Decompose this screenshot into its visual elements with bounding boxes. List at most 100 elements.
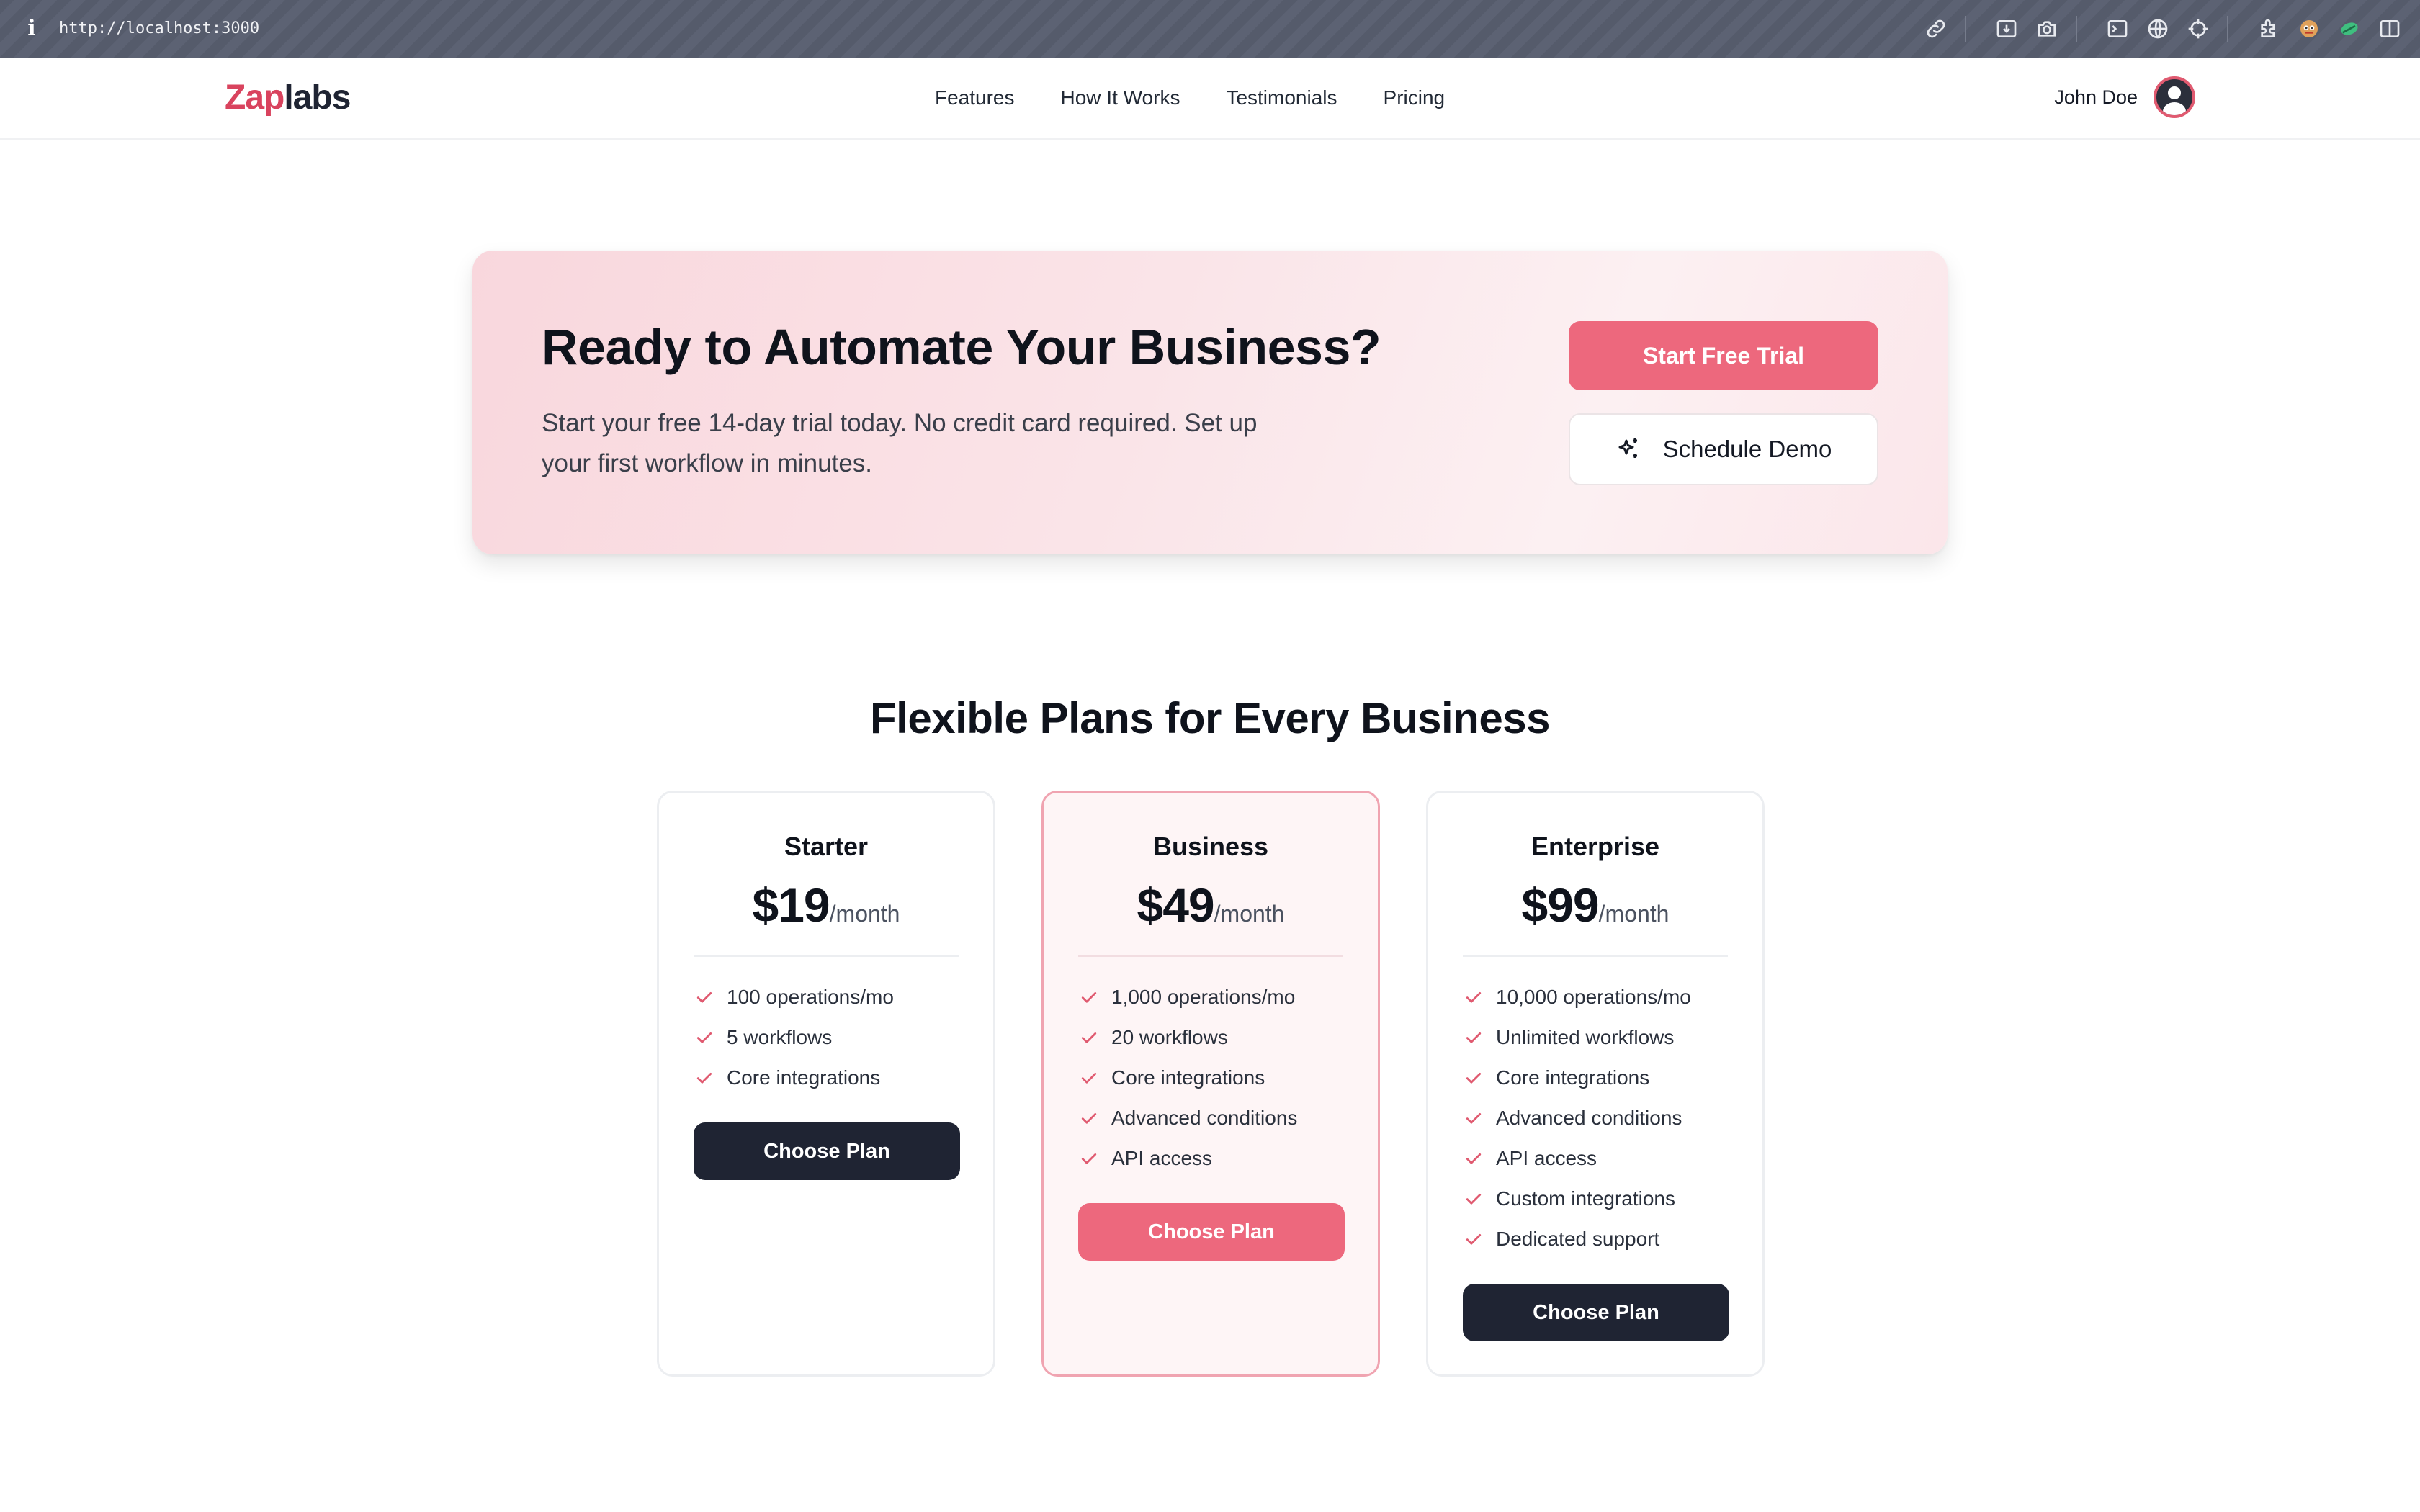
feature-item: 5 workflows [694,1017,894,1058]
logo-part-labs: labs [284,78,351,117]
logo[interactable]: Zaplabs [225,76,351,120]
address-bar-url[interactable]: http://localhost:3000 [59,17,259,40]
feature-text: API access [1111,1147,1213,1169]
plan-card-business: Business $49/month 1,000 operations/mo 2… [1041,791,1380,1377]
avatar[interactable] [2154,76,2195,118]
extension-avatar-icon[interactable] [2295,14,2323,43]
cta-title: Ready to Automate Your Business? [542,319,1381,375]
check-icon [1466,1113,1482,1124]
feature-item: Core integrations [694,1058,894,1098]
price-period: /month [1214,901,1285,927]
price-amount: $99 [1521,878,1600,932]
check-icon [696,992,712,1003]
schedule-demo-button[interactable]: Schedule Demo [1569,413,1878,485]
toolbar-divider [2227,16,2228,42]
feature-item: Core integrations [1078,1058,1297,1098]
check-icon [1081,1113,1097,1124]
price-amount: $19 [752,878,830,932]
check-icon [1466,1073,1482,1084]
crosshair-icon[interactable] [2184,14,2213,43]
nav-link-testimonials[interactable]: Testimonials [1226,84,1337,112]
plan-card-starter: Starter $19/month 100 operations/mo 5 wo… [657,791,995,1377]
plan-price: $49/month [1044,878,1378,932]
feature-text: 1,000 operations/mo [1111,986,1296,1008]
feature-text: Custom integrations [1496,1187,1676,1210]
check-icon [1466,992,1482,1003]
divider [694,955,959,957]
feature-list: 100 operations/mo 5 workflows Core integ… [694,977,894,1098]
download-icon[interactable] [1992,14,2021,43]
feature-text: Advanced conditions [1111,1107,1298,1129]
choose-plan-button-business[interactable]: Choose Plan [1078,1203,1345,1261]
feature-item: Unlimited workflows [1463,1017,1691,1058]
check-icon [1081,1153,1097,1164]
choose-plan-label: Choose Plan [763,1139,890,1163]
extension-leaf-icon[interactable] [2335,14,2364,43]
nav-link-features[interactable]: Features [935,84,1015,112]
check-icon [1081,992,1097,1003]
globe-icon[interactable] [2143,14,2172,43]
feature-item: Core integrations [1463,1058,1691,1098]
plan-name: Starter [784,832,869,861]
sidebar-icon[interactable] [2375,14,2404,43]
plan-price: $19/month [659,878,993,932]
feature-text: Unlimited workflows [1496,1026,1675,1048]
nav-link-how-it-works[interactable]: How It Works [1061,84,1180,112]
feature-item: 1,000 operations/mo [1078,977,1297,1017]
browser-toolbar: i http://localhost:3000 [0,0,2420,58]
feature-text: API access [1496,1147,1597,1169]
check-icon [1081,1032,1097,1043]
user-menu[interactable]: John Doe [2054,76,2195,118]
toolbar-divider [2076,16,2077,42]
plan-price: $99/month [1428,878,1762,932]
choose-plan-button-starter[interactable]: Choose Plan [694,1122,960,1180]
feature-text: Core integrations [1496,1066,1650,1089]
start-free-trial-button[interactable]: Start Free Trial [1569,321,1878,390]
choose-plan-label: Choose Plan [1533,1300,1659,1324]
check-icon [1466,1194,1482,1205]
main-nav: Features How It Works Testimonials Prici… [935,84,1491,112]
check-icon [1466,1153,1482,1164]
choose-plan-label: Choose Plan [1148,1220,1275,1243]
feature-list: 1,000 operations/mo 20 workflows Core in… [1078,977,1297,1179]
camera-icon[interactable] [2033,14,2061,43]
link-icon[interactable] [1922,14,1950,43]
plan-card-enterprise: Enterprise $99/month 10,000 operations/m… [1426,791,1765,1377]
check-icon [1081,1073,1097,1084]
plan-name: Enterprise [1531,832,1660,861]
feature-item: Dedicated support [1463,1219,1691,1259]
feature-item: API access [1463,1138,1691,1179]
pricing-title: Flexible Plans for Every Business [870,694,1550,742]
feature-item: Advanced conditions [1078,1098,1297,1138]
feature-text: Core integrations [1111,1066,1265,1089]
feature-item: 100 operations/mo [694,977,894,1017]
toolbar-divider [1965,16,1966,42]
info-icon[interactable]: i [24,16,39,42]
check-icon [1466,1032,1482,1043]
cta-subtitle: Start your free 14-day trial today. No c… [542,409,1258,477]
divider [1463,955,1728,957]
choose-plan-button-enterprise[interactable]: Choose Plan [1463,1284,1729,1341]
terminal-icon[interactable] [2103,14,2132,43]
feature-text: 5 workflows [727,1026,833,1048]
check-icon [1466,1234,1482,1245]
start-free-trial-label: Start Free Trial [1642,342,1805,369]
feature-item: Advanced conditions [1463,1098,1691,1138]
schedule-demo-label: Schedule Demo [1662,436,1832,462]
check-icon [696,1032,712,1043]
feature-text: Advanced conditions [1496,1107,1682,1129]
feature-text: Dedicated support [1496,1228,1660,1250]
feature-text: 20 workflows [1111,1026,1228,1048]
feature-text: 100 operations/mo [727,986,894,1008]
feature-item: API access [1078,1138,1297,1179]
nav-link-pricing[interactable]: Pricing [1384,84,1446,112]
extension-icon[interactable] [2254,14,2283,43]
feature-item: 20 workflows [1078,1017,1297,1058]
price-period: /month [829,901,900,927]
cta-banner: Ready to Automate Your Business? Start y… [472,251,1948,554]
feature-item: Custom integrations [1463,1179,1691,1219]
plan-name: Business [1152,832,1269,861]
site-header: Zaplabs Features How It Works Testimonia… [0,58,2420,140]
price-period: /month [1598,901,1670,927]
browser-toolbar-icons [1910,14,2404,43]
